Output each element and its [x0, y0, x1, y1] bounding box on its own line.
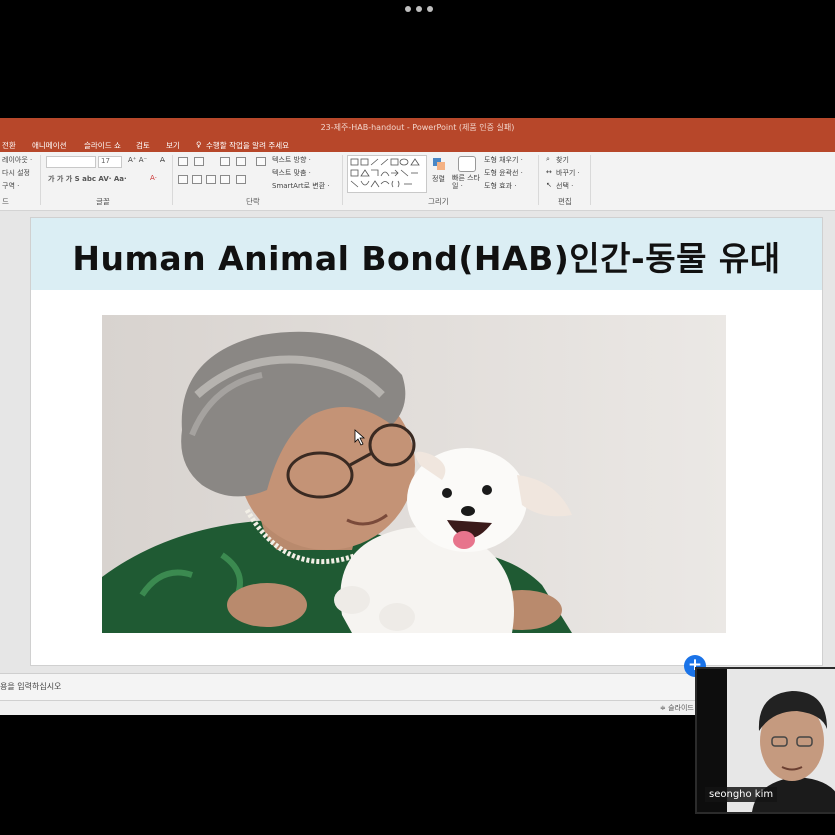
- notes-placeholder: 용을 입력하십시오: [0, 682, 62, 691]
- clear-format-icon[interactable]: A̶: [160, 156, 165, 164]
- find-button[interactable]: 찾기: [556, 155, 569, 165]
- status-text: ≑ 슬라이드: [660, 703, 694, 713]
- section-button[interactable]: 구역 ·: [2, 181, 19, 191]
- status-icon: ≑: [660, 704, 666, 712]
- select-icon: ↖: [546, 181, 552, 189]
- font-color-icon[interactable]: A·: [150, 174, 157, 182]
- line-spacing-icon[interactable]: [256, 157, 266, 166]
- arrange-button[interactable]: 정렬: [432, 174, 445, 184]
- arrange-icon[interactable]: [432, 156, 446, 170]
- tab-view[interactable]: 보기: [166, 140, 180, 151]
- font-size-box[interactable]: 17: [98, 156, 122, 168]
- window-title: 23-제주-HAB-handout - PowerPoint (제품 인증 실패…: [320, 123, 515, 132]
- indent-icon[interactable]: [220, 157, 230, 166]
- title-banner: Human Animal Bond(HAB)인간-동물 유대: [31, 218, 822, 290]
- align-text-button[interactable]: 텍스트 맞춤 ·: [272, 168, 311, 178]
- lightbulb-icon: ♀: [196, 140, 202, 149]
- participant-video[interactable]: seongho kim: [695, 667, 835, 814]
- ribbon-divider: [538, 155, 539, 205]
- ribbon-divider: [172, 155, 173, 205]
- group-label-font: 글꼴: [96, 197, 110, 206]
- group-label-drawing: 그리기: [428, 197, 449, 206]
- dot: [427, 6, 433, 12]
- tell-me-input[interactable]: 수행할 작업을 알려 주세요: [206, 140, 289, 151]
- select-button[interactable]: 선택 ·: [556, 181, 573, 191]
- align-center-icon[interactable]: [192, 175, 202, 184]
- tab-transitions[interactable]: 전환: [2, 140, 16, 151]
- font-size-value: 17: [101, 157, 110, 165]
- shapes-gallery[interactable]: [347, 155, 427, 193]
- slide-photo[interactable]: [102, 315, 726, 633]
- justify-icon[interactable]: [220, 175, 230, 184]
- ribbon-tabs: 전환 애니메이션 슬라이드 쇼 검토 보기 ♀ 수행할 작업을 알려 주세요: [0, 138, 835, 152]
- reset-button[interactable]: 다시 설정: [2, 168, 30, 178]
- align-right-icon[interactable]: [206, 175, 216, 184]
- slide-editing-area: Human Animal Bond(HAB)인간-동물 유대: [0, 211, 835, 673]
- ribbon-divider: [590, 155, 591, 205]
- ribbon: 레이아웃 · 다시 설정 구역 · 드 17 A⁺ A⁻ A̶ 가 가 가 S …: [0, 152, 835, 211]
- slide-canvas[interactable]: Human Animal Bond(HAB)인간-동물 유대: [30, 217, 823, 666]
- quick-styles-button[interactable]: 빠른 스타일 ·: [452, 174, 482, 190]
- group-label-paragraph: 단락: [246, 197, 260, 206]
- ribbon-divider: [342, 155, 343, 205]
- window-menu-dots[interactable]: [405, 6, 433, 12]
- replace-button[interactable]: 바꾸기 ·: [556, 168, 580, 178]
- group-label-editing: 편집: [558, 197, 572, 206]
- bullets-icon[interactable]: [178, 157, 188, 166]
- ribbon-divider: [40, 155, 41, 205]
- replace-icon: ↔: [546, 168, 552, 176]
- participant-name: seongho kim: [705, 787, 778, 802]
- group-label-slides: 드: [2, 197, 9, 206]
- tab-slideshow[interactable]: 슬라이드 쇼: [84, 140, 121, 151]
- shape-outline-button[interactable]: 도형 윤곽선 ·: [484, 168, 523, 178]
- text-direction-button[interactable]: 텍스트 방향 ·: [272, 155, 311, 165]
- smartart-button[interactable]: SmartArt로 변환 ·: [272, 181, 330, 191]
- status-label: 슬라이드: [668, 704, 694, 712]
- dot: [416, 6, 422, 12]
- outdent-icon[interactable]: [236, 157, 246, 166]
- search-icon: ⌕: [546, 155, 550, 163]
- shape-fill-button[interactable]: 도형 채우기 ·: [484, 155, 523, 165]
- powerpoint-window: 23-제주-HAB-handout - PowerPoint (제품 인증 실패…: [0, 118, 835, 715]
- shape-effects-button[interactable]: 도형 효과 ·: [484, 181, 516, 191]
- font-name-box[interactable]: [46, 156, 96, 168]
- numbering-icon[interactable]: [194, 157, 204, 166]
- columns-icon[interactable]: [236, 175, 246, 184]
- tab-review[interactable]: 검토: [136, 140, 150, 151]
- grow-font-icon[interactable]: A⁺ A⁻: [128, 156, 147, 164]
- align-left-icon[interactable]: [178, 175, 188, 184]
- title-bar: 23-제주-HAB-handout - PowerPoint (제품 인증 실패…: [0, 118, 835, 138]
- dot: [405, 6, 411, 12]
- format-buttons[interactable]: 가 가 가 S abc AV· Aa·: [48, 174, 127, 184]
- quick-styles-icon[interactable]: [458, 156, 476, 172]
- tab-animations[interactable]: 애니메이션: [32, 140, 67, 151]
- slide-title[interactable]: Human Animal Bond(HAB)인간-동물 유대: [31, 232, 822, 280]
- layout-button[interactable]: 레이아웃 ·: [2, 155, 32, 165]
